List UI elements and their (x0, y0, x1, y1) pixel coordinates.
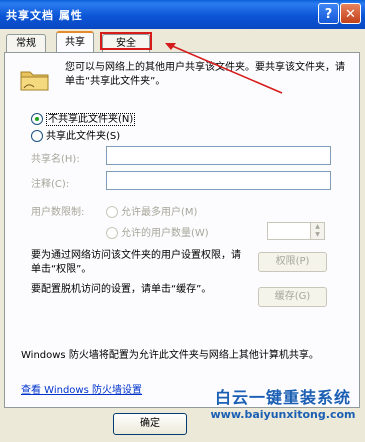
watermark: 白云一键重装系统 www.baiyunxitong.com (203, 384, 363, 421)
ok-button[interactable]: 确定 (113, 413, 187, 435)
watermark-title: 白云一键重装系统 (214, 388, 351, 407)
annotation-arrow (165, 43, 283, 94)
watermark-url: www.baiyunxitong.com (210, 408, 356, 421)
